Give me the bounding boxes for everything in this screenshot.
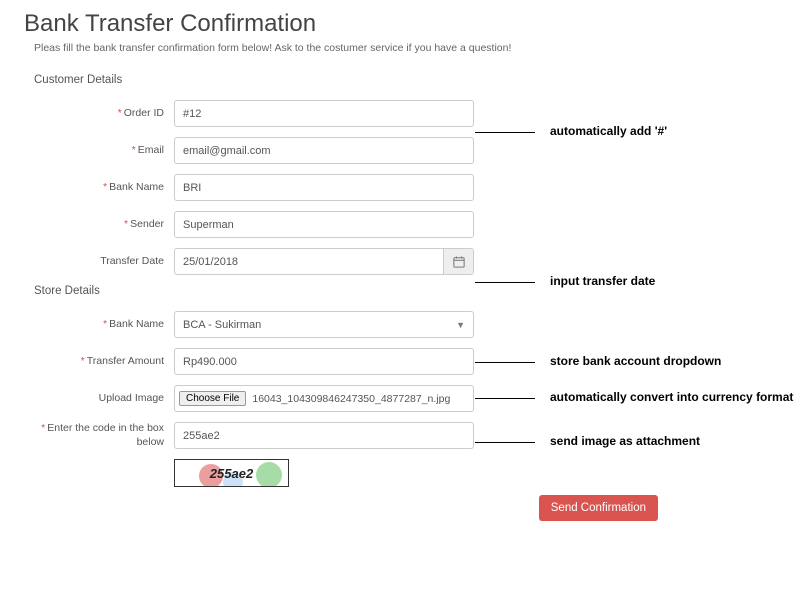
transfer-date-label: Transfer Date [24, 255, 174, 269]
annotation-transfer-date: input transfer date [550, 274, 655, 289]
captcha-text: 255ae2 [210, 466, 253, 481]
bank-name-label: *Bank Name [24, 181, 174, 195]
upload-image-label: Upload Image [24, 392, 174, 406]
captcha-image: 255ae2 [174, 459, 289, 487]
page-title: Bank Transfer Confirmation [24, 10, 780, 38]
order-id-field[interactable] [174, 100, 474, 127]
email-label: *Email [24, 144, 174, 158]
send-confirmation-button[interactable]: Send Confirmation [539, 495, 658, 521]
bank-name-field[interactable] [174, 174, 474, 201]
annotation-store-bank: store bank account dropdown [550, 354, 721, 369]
annotation-upload-image: send image as attachment [550, 434, 700, 449]
date-picker-button[interactable] [443, 249, 473, 274]
sender-field[interactable] [174, 211, 474, 238]
annotation-transfer-amount: automatically convert into currency form… [550, 390, 793, 405]
store-bank-dropdown[interactable]: BCA - Sukirman ▼ [174, 311, 474, 338]
email-field[interactable] [174, 137, 474, 164]
order-id-label: *Order ID [24, 107, 174, 121]
transfer-amount-field[interactable] [174, 348, 474, 375]
captcha-label: *Enter the code in the box below [24, 422, 174, 449]
chevron-down-icon: ▼ [456, 320, 465, 330]
section-store-details: Store Details [34, 285, 780, 297]
transfer-date-field[interactable] [175, 249, 443, 274]
uploaded-filename: 16043_104309846247350_4877287_n.jpg [252, 393, 450, 405]
calendar-icon [453, 256, 465, 268]
captcha-field[interactable] [174, 422, 474, 449]
store-bank-selected: BCA - Sukirman [183, 319, 261, 331]
section-customer-details: Customer Details [34, 74, 780, 86]
sender-label: *Sender [24, 218, 174, 232]
annotation-order-id: automatically add '#' [550, 124, 667, 139]
transfer-amount-label: *Transfer Amount [24, 355, 174, 369]
store-bank-label: *Bank Name [24, 318, 174, 332]
choose-file-button[interactable]: Choose File [179, 391, 246, 406]
upload-image-field[interactable]: Choose File 16043_104309846247350_487728… [174, 385, 474, 412]
page-subtitle: Pleas fill the bank transfer confirmatio… [34, 42, 780, 54]
